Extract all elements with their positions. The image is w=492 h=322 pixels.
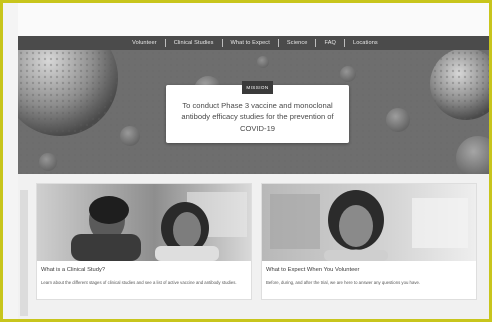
- nav-item-clinical-studies[interactable]: Clinical Studies: [166, 36, 222, 50]
- card-photo: [262, 184, 476, 261]
- volunteer-photo-image: [262, 184, 476, 261]
- card-title[interactable]: What to Expect When You Volunteer: [266, 267, 472, 273]
- page-frame: Volunteer Clinical Studies What to Expec…: [0, 0, 492, 322]
- card-photo: [37, 184, 251, 261]
- top-bar: [18, 3, 489, 36]
- nav-item-faq[interactable]: FAQ: [316, 36, 344, 50]
- card-what-to-expect[interactable]: What to Expect When You Volunteer Before…: [262, 184, 476, 299]
- nav-item-what-to-expect[interactable]: What to Expect: [223, 36, 278, 50]
- nav-item-locations[interactable]: Locations: [345, 36, 386, 50]
- mission-badge: MISSION: [242, 81, 273, 94]
- left-accent-strip: [20, 190, 28, 316]
- card-clinical-study[interactable]: What is a Clinical Study? Learn about th…: [37, 184, 251, 299]
- main-nav: Volunteer Clinical Studies What to Expec…: [18, 36, 489, 50]
- card-description: Before, during, and after the trial, we …: [266, 280, 421, 285]
- card-title[interactable]: What is a Clinical Study?: [41, 267, 247, 273]
- mission-statement: To conduct Phase 3 vaccine and monoclona…: [181, 100, 334, 133]
- nav-item-science[interactable]: Science: [279, 36, 316, 50]
- card-description: Learn about the different stages of clin…: [41, 280, 237, 285]
- nav-item-volunteer[interactable]: Volunteer: [124, 36, 165, 50]
- people-photo-image: [37, 184, 251, 261]
